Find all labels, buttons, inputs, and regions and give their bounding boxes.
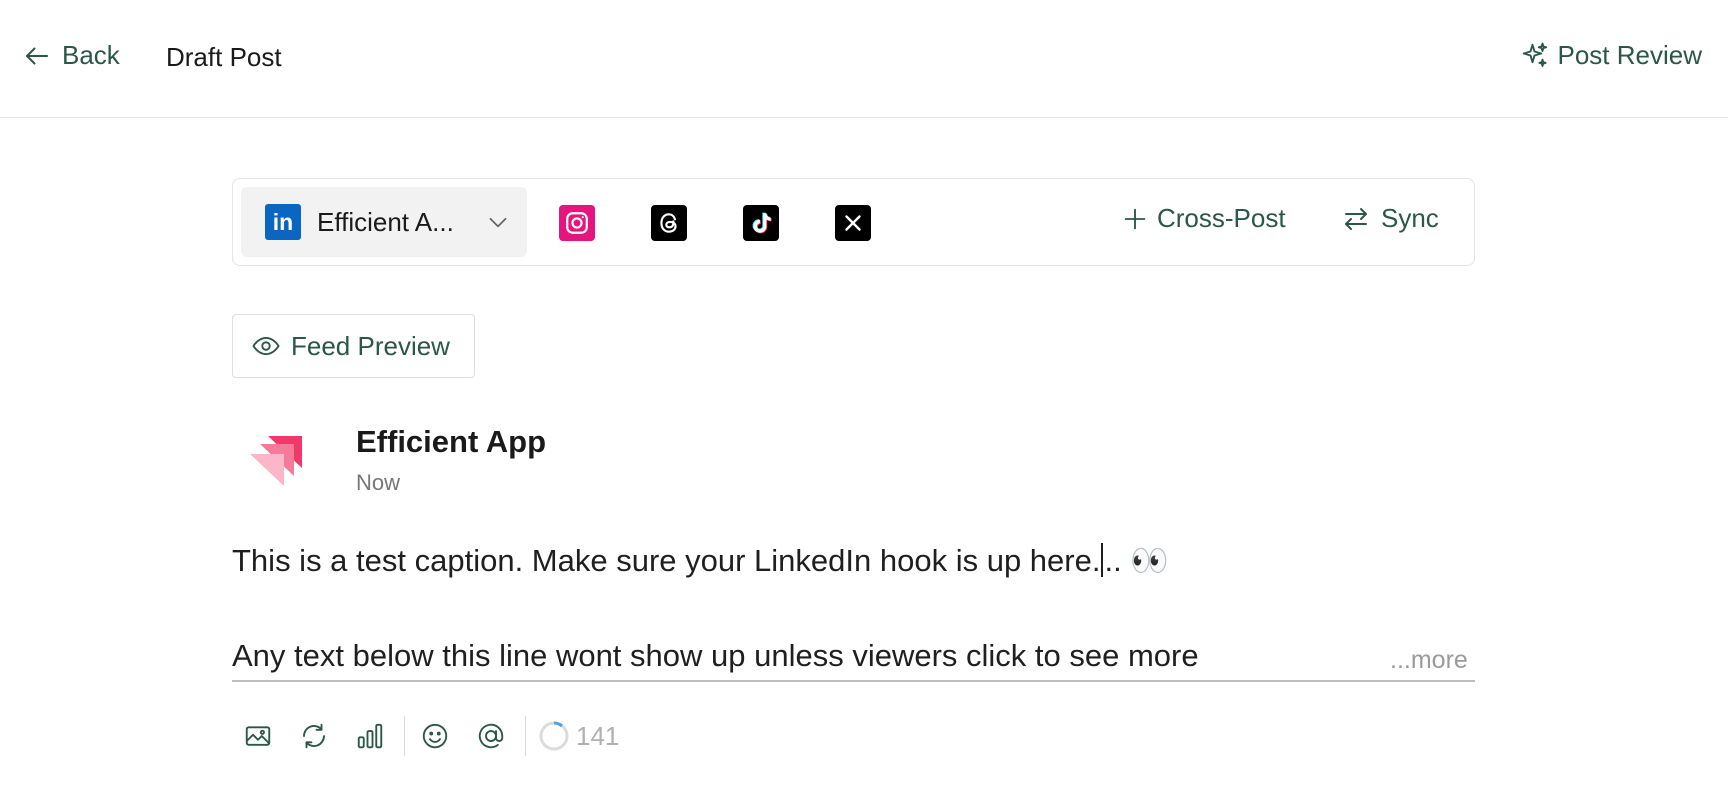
post-review-label: Post Review [1557, 40, 1703, 70]
add-image-button[interactable] [236, 714, 280, 758]
caption-line-1-tail: .. 👀 [1104, 543, 1169, 578]
fold-divider [232, 680, 1475, 682]
refresh-icon [303, 723, 325, 749]
bar-chart-icon [357, 723, 383, 749]
back-label: Back [62, 40, 120, 70]
caption-line-2[interactable]: Any text below this line wont show up un… [232, 638, 1199, 674]
mention-button[interactable] [469, 714, 513, 758]
repost-button[interactable] [292, 714, 336, 758]
feed-preview-button[interactable]: Feed Preview [232, 314, 475, 378]
back-button[interactable]: Back [22, 40, 120, 71]
post-timestamp: Now [356, 470, 401, 495]
account-dropdown[interactable]: in Efficient A... [241, 187, 527, 257]
sparkles-icon [1522, 42, 1547, 67]
instagram-icon[interactable] [559, 205, 595, 241]
app-logo [250, 436, 302, 486]
character-count-ring-icon [539, 721, 569, 751]
selected-account-name: Efficient A... [317, 206, 454, 237]
x-icon[interactable] [835, 205, 871, 241]
at-sign-icon [478, 723, 504, 749]
image-icon [245, 726, 271, 746]
sync-button[interactable]: Sync [1341, 203, 1439, 234]
character-count: 141 [576, 720, 620, 751]
sync-label: Sync [1381, 203, 1439, 233]
smiley-icon [422, 723, 448, 749]
see-more-link[interactable]: ...more [1390, 646, 1468, 675]
caption-text-editor[interactable]: This is a test caption. Make sure your L… [232, 542, 1169, 579]
tiktok-icon[interactable] [743, 205, 779, 241]
cross-post-label: Cross-Post [1157, 203, 1286, 233]
top-bar: Back Draft Post Post Review [0, 0, 1728, 118]
plus-icon [1124, 208, 1146, 229]
poll-button[interactable] [348, 714, 392, 758]
post-author-name: Efficient App [356, 424, 547, 459]
eye-icon [252, 336, 280, 356]
post-review-button[interactable]: Post Review [1520, 40, 1703, 71]
caption-line-1: This is a test caption. Make sure your L… [232, 543, 1101, 578]
threads-icon[interactable] [651, 205, 687, 241]
platform-bar: in Efficient A... Cross-Post Sync [232, 178, 1475, 266]
linkedin-icon: in [265, 204, 301, 240]
emoji-button[interactable] [413, 714, 457, 758]
cross-post-button[interactable]: Cross-Post [1121, 203, 1286, 234]
page-title: Draft Post [166, 42, 282, 72]
toolbar-divider [525, 716, 526, 756]
feed-preview-label: Feed Preview [291, 330, 450, 361]
editor-toolbar: 141 [236, 714, 619, 758]
arrow-left-icon [26, 47, 48, 64]
swap-arrows-icon [1345, 207, 1367, 230]
chevron-down-icon [489, 217, 507, 228]
toolbar-divider [404, 716, 405, 756]
